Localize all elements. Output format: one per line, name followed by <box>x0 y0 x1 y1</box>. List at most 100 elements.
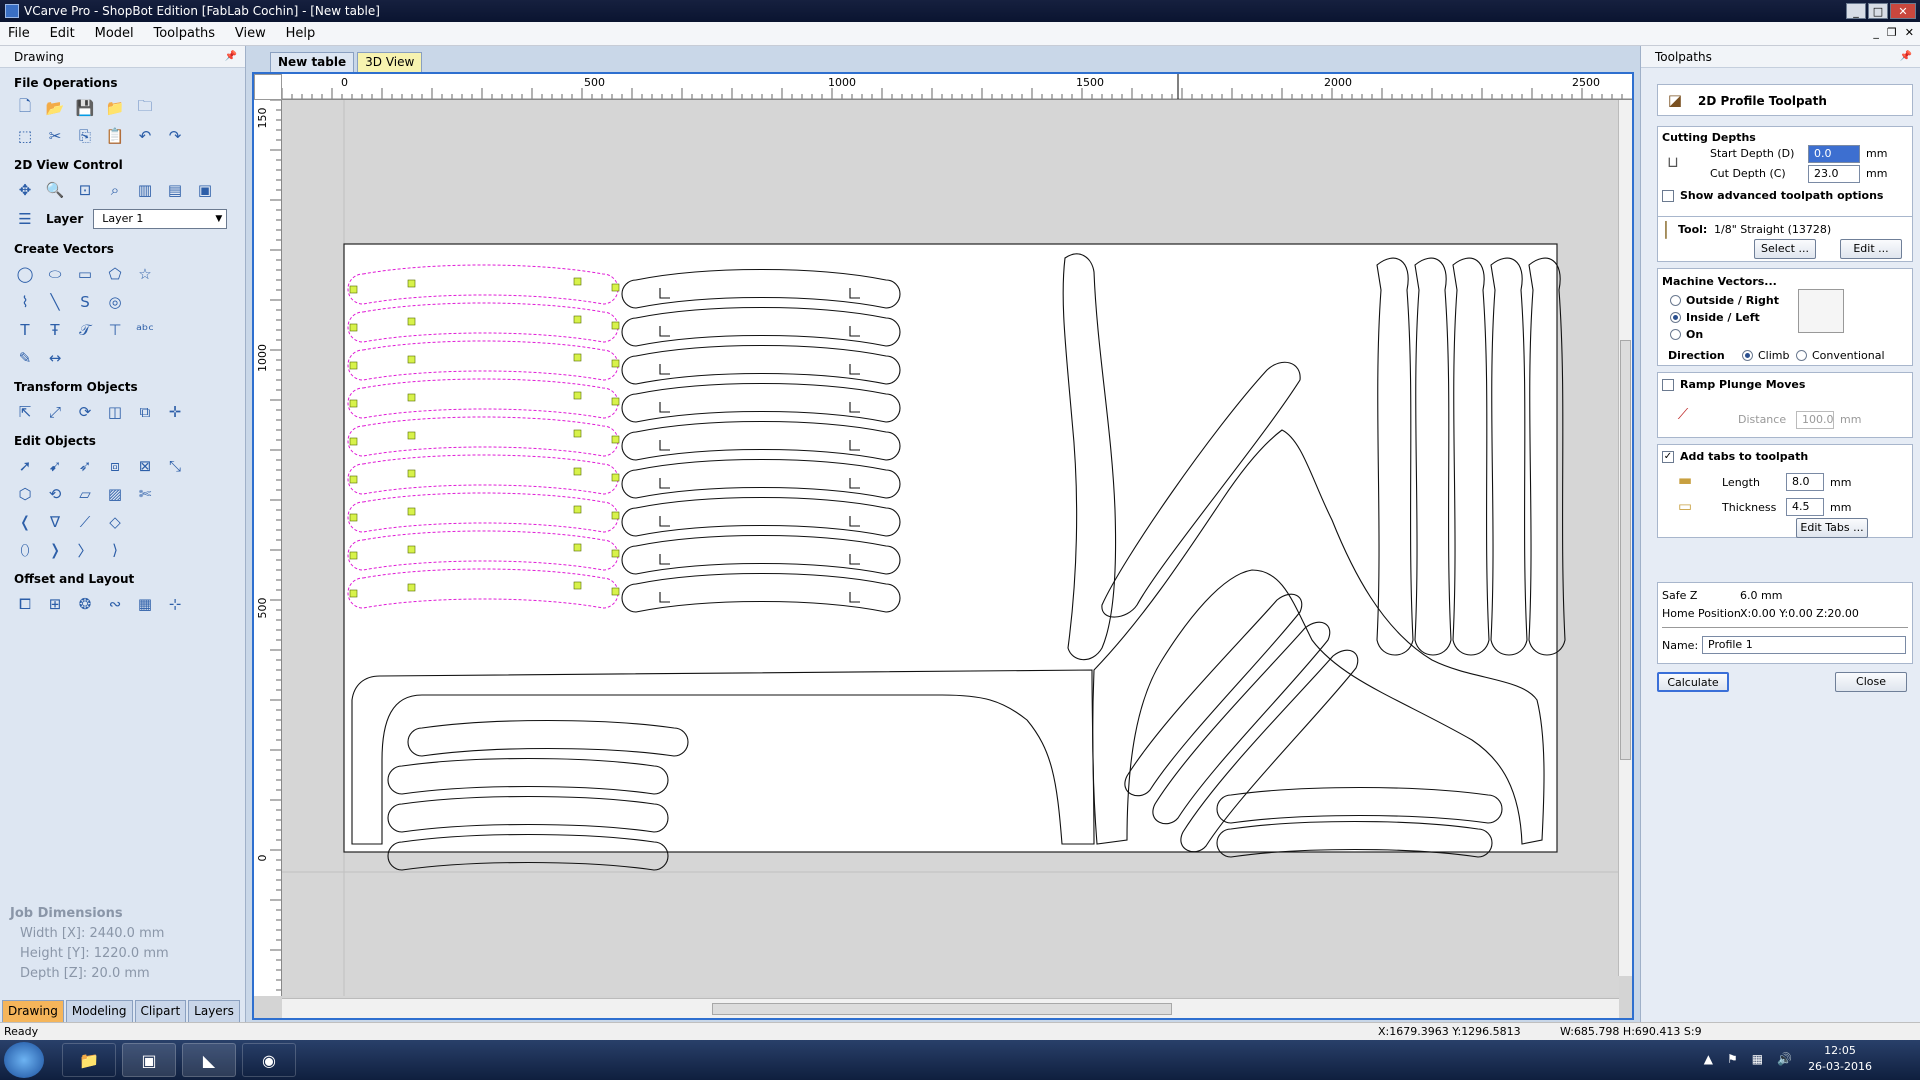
offset-icon[interactable]: ⧠ <box>14 593 36 615</box>
rotate-icon[interactable]: ⟳ <box>74 401 96 423</box>
zoom-icon[interactable]: 🔍 <box>44 179 66 201</box>
view-tile-icon[interactable]: ▤ <box>164 179 186 201</box>
tab-layers[interactable]: Layers <box>188 1000 240 1022</box>
edit-tool-button[interactable]: Edit ... <box>1840 239 1902 259</box>
add-tabs-checkbox[interactable]: ✓ <box>1662 451 1674 463</box>
scissors-icon[interactable]: ✄ <box>134 483 156 505</box>
boundary-icon[interactable]: ⟩ <box>104 539 126 561</box>
explorer-taskbar-icon[interactable]: 📁 <box>62 1043 116 1077</box>
close-button[interactable]: Close <box>1835 672 1907 692</box>
measure-icon[interactable]: ⤡ <box>164 455 186 477</box>
circle-icon[interactable]: ◯ <box>14 263 36 285</box>
flag-icon[interactable]: ⚑ <box>1727 1052 1738 1066</box>
volume-icon[interactable]: 🔊 <box>1777 1052 1792 1066</box>
tabs-icon[interactable]: ⊹ <box>164 593 186 615</box>
view-3d-icon[interactable]: ▣ <box>194 179 216 201</box>
layer-select[interactable]: Layer 1 <box>93 209 228 229</box>
polyline-icon[interactable]: ⌇ <box>14 291 36 313</box>
group-icon[interactable]: ⧈ <box>104 455 126 477</box>
clock[interactable]: 12:05 26-03-2016 <box>1808 1043 1872 1075</box>
star-icon[interactable]: ☆ <box>134 263 156 285</box>
smooth-icon[interactable]: ⬯ <box>14 539 36 561</box>
ramp-distance-input[interactable]: 100.0 <box>1796 411 1834 429</box>
select-tool-button[interactable]: Select ... <box>1754 239 1816 259</box>
extend-icon[interactable]: ⟋ <box>74 511 96 533</box>
polygon-icon[interactable]: ⬠ <box>104 263 126 285</box>
ungroup-icon[interactable]: ⊠ <box>134 455 156 477</box>
vcarve-taskbar-icon[interactable]: ▣ <box>122 1043 176 1077</box>
menu-toolpaths[interactable]: Toolpaths <box>145 22 223 46</box>
redo-icon[interactable]: ↷ <box>164 125 186 147</box>
text-box-icon[interactable]: Ŧ <box>44 319 66 341</box>
text-icon[interactable]: T <box>14 319 36 341</box>
pin-icon[interactable]: 📌 <box>1900 46 1912 68</box>
tab-clipart[interactable]: Clipart <box>134 1000 187 1022</box>
text-fit-icon[interactable]: ⊤ <box>104 319 126 341</box>
tray-arrow-icon[interactable]: ▲ <box>1704 1052 1713 1066</box>
pin-icon[interactable]: 📌 <box>225 46 237 68</box>
advanced-options-checkbox[interactable] <box>1662 190 1674 202</box>
conventional-radio[interactable] <box>1796 350 1807 361</box>
distort-icon[interactable]: ⧉ <box>134 401 156 423</box>
minimize-button[interactable]: _ <box>1846 3 1866 19</box>
tab-modeling[interactable]: Modeling <box>65 1000 133 1022</box>
inside-left-radio[interactable] <box>1670 312 1681 323</box>
ellipse-icon[interactable]: ⬭ <box>44 263 66 285</box>
edit-tabs-button[interactable]: Edit Tabs ... <box>1796 518 1868 538</box>
text-on-curve-icon[interactable]: 𝒯 <box>74 319 96 341</box>
start-button[interactable] <box>4 1042 44 1078</box>
calculate-button[interactable]: Calculate <box>1657 672 1729 692</box>
dimension-icon[interactable]: ↔ <box>44 347 66 369</box>
doc-minimize-button[interactable]: _ <box>1873 26 1879 39</box>
align-icon[interactable]: ✛ <box>164 401 186 423</box>
paste-icon[interactable]: 📋 <box>104 125 126 147</box>
drawing-canvas[interactable] <box>282 100 1619 996</box>
dogbone-icon[interactable]: ∇ <box>44 511 66 533</box>
undo-icon[interactable]: ↶ <box>134 125 156 147</box>
cut-depth-input[interactable]: 23.0 <box>1808 165 1860 183</box>
menu-model[interactable]: Model <box>87 22 142 46</box>
menu-edit[interactable]: Edit <box>42 22 83 46</box>
save-file-icon[interactable]: 💾 <box>74 97 96 119</box>
tab-new-table[interactable]: New table <box>270 52 355 73</box>
node-edit-icon[interactable]: ➹ <box>44 455 66 477</box>
trim-icon[interactable]: ▱ <box>74 483 96 505</box>
menu-view[interactable]: View <box>227 22 274 46</box>
circular-array-icon[interactable]: ❂ <box>74 593 96 615</box>
join-icon[interactable]: ⟲ <box>44 483 66 505</box>
spell-check-icon[interactable]: ᵃᵇᶜ <box>134 319 156 341</box>
zoom-selected-icon[interactable]: ⌕ <box>104 179 126 201</box>
fillet-icon[interactable]: ▨ <box>104 483 126 505</box>
select-icon[interactable]: ➚ <box>14 455 36 477</box>
rectangle-icon[interactable]: ▭ <box>74 263 96 285</box>
start-depth-input[interactable]: 0.0 <box>1808 145 1860 163</box>
view-split-icon[interactable]: ▥ <box>134 179 156 201</box>
weld-icon[interactable]: ⬡ <box>14 483 36 505</box>
toolpath-name-input[interactable]: Profile 1 <box>1702 636 1906 654</box>
horizontal-scroll-thumb[interactable] <box>712 1003 1172 1015</box>
vertical-scrollbar[interactable] <box>1618 100 1632 976</box>
vertical-scroll-thumb[interactable] <box>1620 340 1631 760</box>
scale-icon[interactable]: ⤢ <box>44 401 66 423</box>
tab-length-input[interactable]: 8.0 <box>1786 473 1824 491</box>
mirror-icon[interactable]: ◫ <box>104 401 126 423</box>
network-icon[interactable]: ▦ <box>1752 1052 1763 1066</box>
transform-mode-icon[interactable]: ➶ <box>74 455 96 477</box>
close-window-button[interactable]: ✕ <box>1890 3 1916 19</box>
import-vectors-icon[interactable]: 📁 <box>104 97 126 119</box>
maximize-button[interactable]: □ <box>1868 3 1888 19</box>
move-icon[interactable]: ⇱ <box>14 401 36 423</box>
menu-file[interactable]: File <box>0 22 38 46</box>
ramp-checkbox[interactable] <box>1662 379 1674 391</box>
doc-close-button[interactable]: ✕ <box>1905 26 1914 39</box>
zoom-extents-icon[interactable]: ⊡ <box>74 179 96 201</box>
select-all-icon[interactable]: ⬚ <box>14 125 36 147</box>
firefox-taskbar-icon[interactable]: ◉ <box>242 1043 296 1077</box>
close-vector-icon[interactable]: ❭ <box>44 539 66 561</box>
pan-icon[interactable]: ✥ <box>14 179 36 201</box>
nesting-icon[interactable]: ▦ <box>134 593 156 615</box>
import-bitmap-icon[interactable]: 🗀 <box>134 97 156 119</box>
horizontal-scrollbar[interactable] <box>282 998 1619 1018</box>
diamond-icon[interactable]: ◇ <box>104 511 126 533</box>
aspire-taskbar-icon[interactable]: ◣ <box>182 1043 236 1077</box>
